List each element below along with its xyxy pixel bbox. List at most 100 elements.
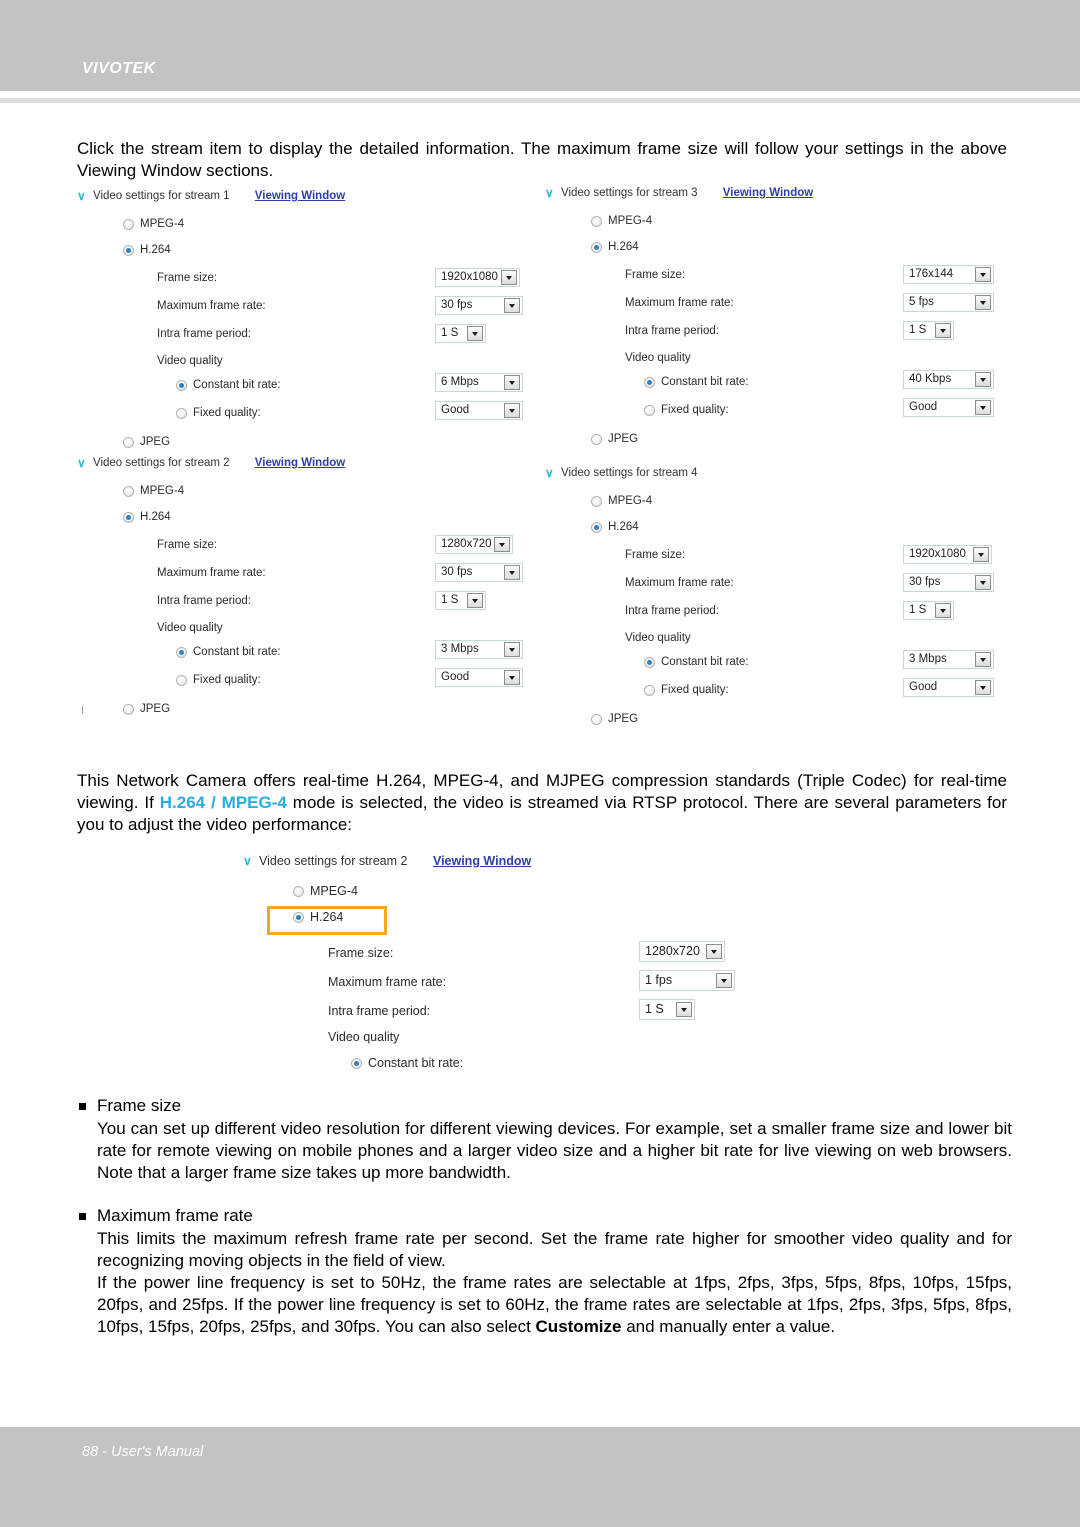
chevron-down-icon[interactable]: [504, 375, 520, 390]
radio-indicator-fixed-quality[interactable]: [176, 407, 187, 419]
radio-indicator-mpeg4[interactable]: [123, 485, 134, 497]
chevron-down-icon[interactable]: [676, 1002, 692, 1017]
radio-jpeg-stream-2[interactable]: JPEG: [123, 700, 537, 718]
radio-indicator-mpeg4[interactable]: [123, 218, 134, 230]
radio-indicator-h264[interactable]: [591, 241, 602, 253]
radio-indicator-mpeg4[interactable]: [293, 885, 304, 897]
chevron-down-icon[interactable]: [975, 680, 991, 695]
viewing-window-link[interactable]: Viewing Window: [255, 190, 345, 202]
select-constant-bit-rate-stream-2[interactable]: 3 Mbps: [435, 640, 523, 659]
viewing-window-link[interactable]: Viewing Window: [255, 457, 345, 469]
radio-jpeg-stream-1[interactable]: JPEG: [123, 433, 537, 451]
select-frame-size-stream-2[interactable]: 1280x720: [435, 535, 513, 554]
chevron-down-icon[interactable]: [935, 603, 951, 618]
radio-constant-bit-rate-stream-4[interactable]: Constant bit rate:: [644, 653, 749, 671]
radio-h264-stream-1[interactable]: H.264: [123, 241, 537, 259]
radio-mpeg4-stream-3[interactable]: MPEG-4: [591, 212, 1015, 230]
radio-indicator-h264[interactable]: [123, 511, 134, 523]
select-frame-size-detail[interactable]: 1280x720: [639, 941, 725, 962]
radio-constant-bit-rate-stream-1[interactable]: Constant bit rate:: [176, 376, 281, 394]
chevron-down-icon[interactable]: [975, 400, 991, 415]
radio-indicator-jpeg[interactable]: [123, 436, 134, 448]
radio-indicator-jpeg[interactable]: [123, 703, 134, 715]
select-constant-bit-rate-stream-3[interactable]: 40 Kbps: [903, 370, 994, 389]
radio-jpeg-stream-3[interactable]: JPEG: [591, 430, 1015, 448]
radio-indicator-mpeg4[interactable]: [591, 215, 602, 227]
radio-indicator-fixed-quality[interactable]: [644, 404, 655, 416]
select-frame-size-stream-1[interactable]: 1920x1080: [435, 268, 520, 287]
radio-h264-stream-2[interactable]: H.264: [123, 508, 537, 526]
select-fixed-quality-stream-3[interactable]: Good: [903, 398, 994, 417]
radio-indicator-constant-bit-rate[interactable]: [176, 379, 187, 391]
chevron-down-icon[interactable]: [975, 267, 991, 282]
chevron-down-icon[interactable]: [501, 270, 517, 285]
chevron-down-icon[interactable]: [504, 565, 520, 580]
radio-h264-stream-4[interactable]: H.264: [591, 518, 1015, 536]
select-intra-frame-period-detail[interactable]: 1 S: [639, 999, 695, 1020]
radio-fixed-quality-stream-3[interactable]: Fixed quality:: [644, 401, 729, 419]
chevron-down-icon[interactable]: [504, 298, 520, 313]
radio-indicator-constant-bit-rate[interactable]: [351, 1057, 362, 1069]
select-fixed-quality-stream-1[interactable]: Good: [435, 401, 523, 420]
select-max-frame-rate-stream-2[interactable]: 30 fps: [435, 563, 523, 582]
select-intra-frame-period-stream-3[interactable]: 1 S: [903, 321, 954, 340]
select-constant-bit-rate-stream-4[interactable]: 3 Mbps: [903, 650, 994, 669]
chevron-down-icon[interactable]: [975, 372, 991, 387]
radio-indicator-jpeg[interactable]: [591, 433, 602, 445]
select-max-frame-rate-stream-3[interactable]: 5 fps: [903, 293, 994, 312]
viewing-window-link[interactable]: Viewing Window: [723, 187, 813, 199]
header-band: [0, 0, 1080, 91]
chevron-down-icon[interactable]: [467, 326, 483, 341]
radio-indicator-mpeg4[interactable]: [591, 495, 602, 507]
radio-indicator-h264[interactable]: [293, 911, 304, 923]
chevron-down-icon[interactable]: [975, 575, 991, 590]
radio-mpeg4-stream-2[interactable]: MPEG-4: [123, 482, 537, 500]
select-intra-frame-period-stream-1[interactable]: 1 S: [435, 324, 486, 343]
select-frame-size-stream-3[interactable]: 176x144: [903, 265, 994, 284]
radio-indicator-fixed-quality[interactable]: [644, 684, 655, 696]
select-frame-size-stream-4[interactable]: 1920x1080: [903, 545, 992, 564]
select-intra-frame-period-stream-2[interactable]: 1 S: [435, 591, 486, 610]
radio-mpeg4-stream-1[interactable]: MPEG-4: [123, 215, 537, 233]
radio-indicator-constant-bit-rate[interactable]: [644, 376, 655, 388]
select-value: 3 Mbps: [441, 643, 479, 655]
radio-mpeg4-stream-4[interactable]: MPEG-4: [591, 492, 1015, 510]
select-max-frame-rate-stream-1[interactable]: 30 fps: [435, 296, 523, 315]
radio-indicator-h264[interactable]: [591, 521, 602, 533]
field-max-frame-rate-stream-4: Maximum frame rate: 30 fps: [625, 573, 1015, 599]
chevron-down-icon[interactable]: [504, 670, 520, 685]
radio-indicator-jpeg[interactable]: [591, 713, 602, 725]
viewing-window-link[interactable]: Viewing Window: [433, 854, 531, 868]
chevron-down-icon[interactable]: [504, 642, 520, 657]
chevron-down-icon[interactable]: [975, 295, 991, 310]
radio-fixed-quality-stream-2[interactable]: Fixed quality:: [176, 671, 261, 689]
chevron-down-icon[interactable]: [706, 944, 722, 959]
radio-h264-stream-3[interactable]: H.264: [591, 238, 1015, 256]
chevron-down-icon[interactable]: [935, 323, 951, 338]
radio-indicator-fixed-quality[interactable]: [176, 674, 187, 686]
radio-constant-bit-rate-detail[interactable]: Constant bit rate:: [351, 1054, 763, 1072]
radio-indicator-h264[interactable]: [123, 244, 134, 256]
radio-constant-bit-rate-stream-2[interactable]: Constant bit rate:: [176, 643, 281, 661]
chevron-down-icon[interactable]: [716, 973, 732, 988]
codec-paragraph: This Network Camera offers real-time H.2…: [77, 770, 1007, 836]
chevron-down-icon[interactable]: [494, 537, 510, 552]
radio-constant-bit-rate-stream-3[interactable]: Constant bit rate:: [644, 373, 749, 391]
radio-indicator-constant-bit-rate[interactable]: [644, 656, 655, 668]
radio-fixed-quality-stream-4[interactable]: Fixed quality:: [644, 681, 729, 699]
select-constant-bit-rate-stream-1[interactable]: 6 Mbps: [435, 373, 523, 392]
select-intra-frame-period-stream-4[interactable]: 1 S: [903, 601, 954, 620]
chevron-down-icon[interactable]: [975, 652, 991, 667]
radio-indicator-constant-bit-rate[interactable]: [176, 646, 187, 658]
radio-mpeg4-detail[interactable]: MPEG-4: [293, 882, 763, 900]
select-max-frame-rate-stream-4[interactable]: 30 fps: [903, 573, 994, 592]
select-fixed-quality-stream-4[interactable]: Good: [903, 678, 994, 697]
radio-h264-detail[interactable]: H.264: [293, 908, 763, 926]
radio-fixed-quality-stream-1[interactable]: Fixed quality:: [176, 404, 261, 422]
radio-jpeg-stream-4[interactable]: JPEG: [591, 710, 1015, 728]
chevron-down-icon[interactable]: [973, 547, 989, 562]
chevron-down-icon[interactable]: [504, 403, 520, 418]
select-max-frame-rate-detail[interactable]: 1 fps: [639, 970, 735, 991]
select-fixed-quality-stream-2[interactable]: Good: [435, 668, 523, 687]
chevron-down-icon[interactable]: [467, 593, 483, 608]
